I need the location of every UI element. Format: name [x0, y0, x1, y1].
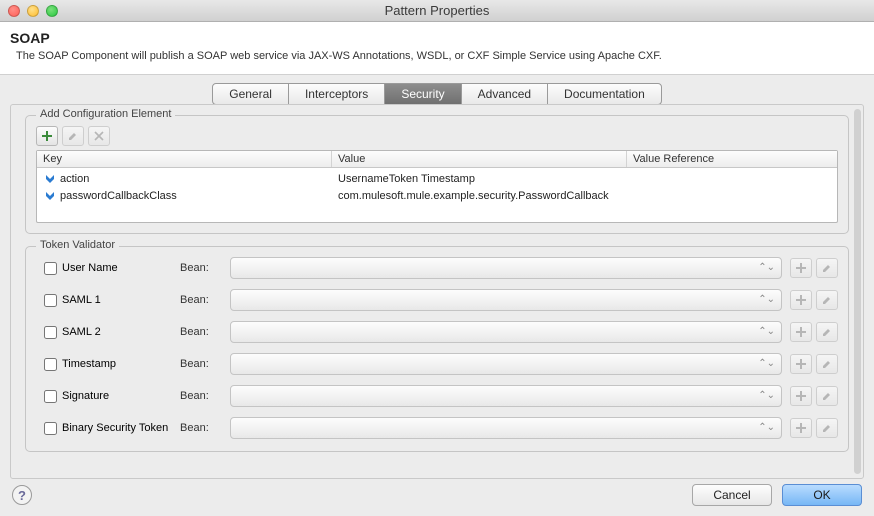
add-icon[interactable] [790, 354, 812, 374]
bean-label: Bean: [180, 326, 222, 338]
add-icon[interactable] [790, 322, 812, 342]
delete-icon[interactable] [88, 126, 110, 146]
minimize-icon[interactable] [27, 5, 39, 17]
col-ref[interactable]: Value Reference [627, 151, 837, 167]
window-controls [8, 5, 58, 17]
checkbox-input[interactable] [44, 422, 57, 435]
tab-interceptors[interactable]: Interceptors [289, 84, 385, 104]
config-table: Key Value Value Reference action Usernam… [36, 150, 838, 223]
cell-key: action [60, 173, 89, 185]
token-validator-title: Token Validator [36, 239, 119, 251]
checkbox-label: Signature [62, 390, 109, 402]
edit-icon[interactable] [816, 418, 838, 438]
footer: ? Cancel OK [0, 478, 874, 516]
username-checkbox[interactable]: User Name [36, 262, 172, 275]
edit-icon[interactable] [816, 386, 838, 406]
checkbox-input[interactable] [44, 326, 57, 339]
tab-security[interactable]: Security [385, 84, 461, 104]
edit-icon[interactable] [816, 354, 838, 374]
bean-label: Bean: [180, 294, 222, 306]
binary-checkbox[interactable]: Binary Security Token [36, 422, 172, 435]
signature-bean-combo[interactable]: ⌃⌄ [230, 385, 782, 407]
cell-value: com.mulesoft.mule.example.security.Passw… [338, 190, 609, 202]
col-value[interactable]: Value [332, 151, 627, 167]
checkbox-input[interactable] [44, 262, 57, 275]
edit-icon[interactable] [816, 258, 838, 278]
checkbox-input[interactable] [44, 358, 57, 371]
add-icon[interactable] [36, 126, 58, 146]
add-icon[interactable] [790, 386, 812, 406]
validator-row-timestamp: Timestamp Bean: ⌃⌄ [36, 353, 838, 375]
binary-bean-combo[interactable]: ⌃⌄ [230, 417, 782, 439]
close-icon[interactable] [8, 5, 20, 17]
config-toolbar [36, 126, 838, 146]
chevron-updown-icon: ⌃⌄ [758, 391, 775, 401]
bean-label: Bean: [180, 358, 222, 370]
token-validator-groupbox: Token Validator User Name Bean: ⌃⌄ SAML … [25, 246, 849, 452]
edit-icon[interactable] [816, 290, 838, 310]
saml2-bean-combo[interactable]: ⌃⌄ [230, 321, 782, 343]
table-row[interactable]: action UsernameToken Timestamp [37, 170, 837, 187]
signature-checkbox[interactable]: Signature [36, 390, 172, 403]
checkbox-label: SAML 1 [62, 294, 101, 306]
chevron-updown-icon: ⌃⌄ [758, 327, 775, 337]
ok-button[interactable]: OK [782, 484, 862, 506]
bean-label: Bean: [180, 262, 222, 274]
timestamp-bean-combo[interactable]: ⌃⌄ [230, 353, 782, 375]
table-row[interactable]: passwordCallbackClass com.mulesoft.mule.… [37, 187, 837, 204]
checkbox-label: User Name [62, 262, 118, 274]
saml1-bean-combo[interactable]: ⌃⌄ [230, 289, 782, 311]
cell-value: UsernameToken Timestamp [338, 173, 475, 185]
username-bean-combo[interactable]: ⌃⌄ [230, 257, 782, 279]
checkbox-input[interactable] [44, 294, 57, 307]
saml1-checkbox[interactable]: SAML 1 [36, 294, 172, 307]
add-icon[interactable] [790, 258, 812, 278]
edit-icon[interactable] [816, 322, 838, 342]
checkbox-label: Binary Security Token [62, 422, 168, 434]
page-description: The SOAP Component will publish a SOAP w… [10, 50, 864, 62]
validator-row-username: User Name Bean: ⌃⌄ [36, 257, 838, 279]
zoom-icon[interactable] [46, 5, 58, 17]
add-icon[interactable] [790, 290, 812, 310]
page-header: SOAP The SOAP Component will publish a S… [0, 22, 874, 75]
add-icon[interactable] [790, 418, 812, 438]
chevron-updown-icon: ⌃⌄ [758, 263, 775, 273]
col-key[interactable]: Key [37, 151, 332, 167]
cell-key: passwordCallbackClass [60, 190, 177, 202]
bean-label: Bean: [180, 390, 222, 402]
page-title: SOAP [10, 30, 864, 46]
tab-advanced[interactable]: Advanced [462, 84, 548, 104]
checkbox-label: SAML 2 [62, 326, 101, 338]
checkbox-label: Timestamp [62, 358, 116, 370]
titlebar: Pattern Properties [0, 0, 874, 22]
bean-label: Bean: [180, 422, 222, 434]
scrollbar[interactable] [854, 109, 861, 474]
tab-general[interactable]: General [213, 84, 289, 104]
checkbox-input[interactable] [44, 390, 57, 403]
mule-icon [43, 189, 56, 202]
validator-row-signature: Signature Bean: ⌃⌄ [36, 385, 838, 407]
window-title: Pattern Properties [0, 3, 874, 18]
table-header: Key Value Value Reference [37, 151, 837, 168]
edit-icon[interactable] [62, 126, 84, 146]
chevron-updown-icon: ⌃⌄ [758, 359, 775, 369]
tabs: General Interceptors Security Advanced D… [10, 83, 864, 105]
chevron-updown-icon: ⌃⌄ [758, 423, 775, 433]
config-groupbox: Add Configuration Element Key Value Valu… [25, 115, 849, 234]
tab-documentation[interactable]: Documentation [548, 84, 661, 104]
validator-row-saml2: SAML 2 Bean: ⌃⌄ [36, 321, 838, 343]
content-area: Add Configuration Element Key Value Valu… [10, 104, 864, 479]
help-icon[interactable]: ? [12, 485, 32, 505]
validator-row-binary: Binary Security Token Bean: ⌃⌄ [36, 417, 838, 439]
timestamp-checkbox[interactable]: Timestamp [36, 358, 172, 371]
cancel-button[interactable]: Cancel [692, 484, 772, 506]
validator-row-saml1: SAML 1 Bean: ⌃⌄ [36, 289, 838, 311]
saml2-checkbox[interactable]: SAML 2 [36, 326, 172, 339]
chevron-updown-icon: ⌃⌄ [758, 295, 775, 305]
mule-icon [43, 172, 56, 185]
config-title: Add Configuration Element [36, 108, 175, 120]
